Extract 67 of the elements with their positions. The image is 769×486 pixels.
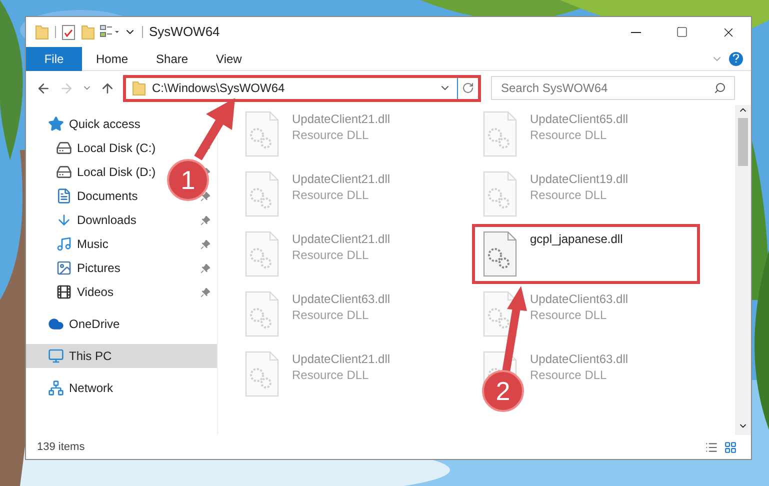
file-type: Resource DLL bbox=[530, 127, 608, 143]
nav-item[interactable]: This PC bbox=[26, 344, 217, 368]
drive-icon bbox=[56, 164, 72, 180]
network-icon bbox=[48, 380, 64, 396]
gear-file-icon bbox=[245, 171, 279, 217]
arrow bbox=[194, 98, 235, 160]
file-type: Resource DLL bbox=[530, 187, 608, 203]
details-view-icon[interactable] bbox=[705, 440, 718, 454]
nav-item[interactable]: Videos bbox=[77, 283, 114, 301]
nav-item[interactable]: OneDrive bbox=[69, 315, 120, 333]
gear-file-icon bbox=[483, 111, 517, 157]
file-type: Resource DLL bbox=[292, 127, 370, 143]
star-icon bbox=[48, 116, 64, 132]
file-type: Resource DLL bbox=[292, 247, 370, 263]
search-field[interactable]: Search SysWOW64 bbox=[491, 76, 735, 100]
back-icon[interactable] bbox=[36, 80, 51, 96]
nav-item[interactable]: Quick access bbox=[69, 115, 140, 133]
gear-file-icon bbox=[245, 111, 279, 157]
nav-item[interactable]: Downloads bbox=[77, 211, 136, 229]
tiles-view-icon[interactable] bbox=[724, 440, 737, 454]
nav-item[interactable]: Local Disk (D:) bbox=[77, 163, 156, 181]
gear-file-icon bbox=[245, 231, 279, 277]
nav-label: This PC bbox=[69, 348, 112, 365]
gear-file-icon bbox=[483, 231, 517, 277]
ribbon-tab[interactable]: Share bbox=[142, 46, 202, 70]
file-type: Resource DLL bbox=[530, 307, 608, 323]
file-type: Resource DLL bbox=[530, 367, 608, 383]
item-count: 139 items bbox=[37, 440, 86, 455]
nav-item[interactable]: Music bbox=[77, 235, 108, 253]
nav-item[interactable]: Pictures bbox=[77, 259, 120, 277]
ribbon-tab[interactable]: Home bbox=[82, 46, 142, 70]
address-path: C:\Windows\SysWOW64 bbox=[152, 80, 286, 97]
help-icon[interactable] bbox=[729, 52, 743, 66]
cloud-icon bbox=[48, 316, 64, 332]
file-tile[interactable]: gcpl_japanese.dll bbox=[472, 224, 700, 284]
folder-icon bbox=[35, 24, 49, 40]
document-icon bbox=[56, 188, 72, 204]
gear-file-icon bbox=[245, 351, 279, 397]
ribbon-tab[interactable]: View bbox=[202, 46, 256, 70]
scroll-thumb[interactable] bbox=[738, 118, 748, 166]
ribbon-tab[interactable]: File bbox=[26, 46, 82, 70]
scrollbar[interactable] bbox=[735, 105, 751, 435]
drive-icon bbox=[56, 140, 72, 156]
window-title: SysWOW64 bbox=[149, 23, 220, 42]
nav-item[interactable]: Local Disk (C:) bbox=[77, 139, 156, 157]
maximize-icon bbox=[676, 26, 688, 38]
film-icon bbox=[56, 284, 72, 300]
file-type: Resource DLL bbox=[292, 367, 370, 383]
nav-item[interactable]: Network bbox=[69, 379, 114, 397]
up-icon[interactable] bbox=[100, 80, 115, 96]
file-type: Resource DLL bbox=[292, 187, 370, 203]
gear-file-icon bbox=[483, 291, 517, 337]
view-options-icon[interactable] bbox=[100, 25, 120, 39]
gear-file-icon bbox=[245, 291, 279, 337]
music-note-icon bbox=[56, 236, 72, 252]
properties-icon[interactable] bbox=[62, 24, 75, 40]
refresh-icon[interactable] bbox=[462, 82, 474, 94]
address-bar[interactable]: C:\Windows\SysWOW64 bbox=[123, 74, 481, 102]
file-name: gcpl_japanese.dll bbox=[530, 231, 623, 247]
nav-item[interactable]: Documents bbox=[77, 187, 138, 205]
monitor-icon bbox=[48, 348, 64, 364]
new-folder-icon bbox=[81, 24, 95, 40]
picture-icon bbox=[56, 260, 72, 276]
file-type: Resource DLL bbox=[292, 307, 370, 323]
search-icon bbox=[714, 82, 726, 94]
folder-icon bbox=[132, 80, 146, 96]
gear-file-icon bbox=[483, 171, 517, 217]
